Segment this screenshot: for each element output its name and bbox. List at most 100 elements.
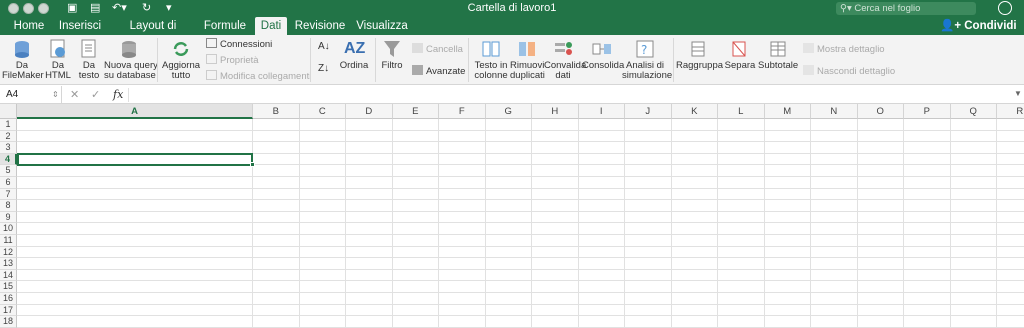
da-testo-button[interactable]: Da testo (74, 39, 104, 81)
row-header-2[interactable]: 2 (0, 130, 17, 143)
testo-in-colonne-button[interactable]: Testo in colonne (472, 39, 510, 81)
column-header-f[interactable]: F (439, 104, 486, 119)
separa-button[interactable]: Separa (724, 39, 756, 71)
row-header-12[interactable]: 12 (0, 246, 17, 259)
globe-icon (48, 39, 68, 59)
active-cell[interactable] (17, 152, 253, 167)
share-button[interactable]: 👤+ Condividi (940, 17, 1017, 35)
da-testo-label: Da testo (78, 60, 100, 81)
row-header-11[interactable]: 11 (0, 235, 17, 247)
undo-icon[interactable]: ↶▾ (112, 1, 127, 14)
connessioni-button[interactable]: Connessioni (206, 38, 272, 50)
avanzate-button[interactable]: Avanzate (412, 65, 465, 77)
cancel-icon[interactable]: ✕ (70, 88, 79, 101)
column-header-d[interactable]: D (346, 104, 393, 119)
row-header-13[interactable]: 13 (0, 258, 17, 270)
mostra-dettaglio-button[interactable]: Mostra dettaglio (803, 43, 885, 55)
row-header-14[interactable]: 14 (0, 269, 17, 282)
search-sheet-input[interactable]: ⚲▾ Cerca nel foglio (836, 2, 976, 15)
filtro-button[interactable]: Filtro (378, 39, 406, 71)
row-header-9[interactable]: 9 (0, 211, 17, 224)
convalida-dati-button[interactable]: Convalida dati (544, 39, 586, 81)
column-header-m[interactable]: M (764, 104, 811, 119)
redo-icon[interactable]: ↻ (142, 1, 151, 14)
save-icon[interactable]: ▤ (90, 1, 100, 14)
column-header-n[interactable]: N (811, 104, 858, 119)
sort-az-icon: A↓ (318, 41, 330, 52)
column-header-h[interactable]: H (532, 104, 579, 119)
fx-icon[interactable]: fx (113, 88, 123, 101)
tab-home[interactable]: Home (8, 17, 50, 35)
column-header-e[interactable]: E (392, 104, 439, 119)
row-header-4[interactable]: 4 (0, 153, 17, 166)
column-header-c[interactable]: C (299, 104, 346, 119)
select-all-corner[interactable] (0, 104, 17, 119)
tab-revisione[interactable]: Revisione (294, 17, 346, 35)
proprieta-button[interactable]: Proprietà (206, 54, 259, 66)
rimuovi-duplicati-button[interactable]: Rimuovi duplicati (510, 39, 545, 81)
tab-dati[interactable]: Dati (255, 17, 287, 35)
sidebar-toggle-icon[interactable]: ▣ (67, 1, 77, 14)
nuova-query-button[interactable]: Nuova query su database (104, 39, 158, 81)
name-box-value: A4 (6, 89, 19, 100)
row-gridline (17, 303, 1024, 305)
column-header-p[interactable]: P (904, 104, 951, 119)
column-header-b[interactable]: B (253, 104, 300, 119)
sort-descending-button[interactable]: Z↓ (318, 63, 329, 74)
column-header-o[interactable]: O (857, 104, 904, 119)
da-html-button[interactable]: Da HTML (42, 39, 74, 81)
column-header-j[interactable]: J (625, 104, 672, 119)
name-box[interactable]: A4 ⇕ (0, 86, 62, 104)
modifica-collegamenti-button[interactable]: Modifica collegamenti (206, 70, 311, 82)
row-header-3[interactable]: 3 (0, 142, 17, 154)
row-header-6[interactable]: 6 (0, 177, 17, 189)
formula-input[interactable] (134, 86, 1014, 104)
nascondi-dettaglio-button[interactable]: Nascondi dettaglio (803, 65, 895, 77)
tab-layout-di-pagina[interactable]: Layout di pagina (111, 17, 195, 50)
row-header-17[interactable]: 17 (0, 304, 17, 317)
database-icon (12, 39, 32, 59)
cells-area[interactable] (17, 119, 1024, 328)
column-header-q[interactable]: Q (950, 104, 997, 119)
feedback-smiley-icon[interactable] (998, 1, 1012, 15)
analisi-simulazione-button[interactable]: ? Analisi di simulazione (622, 39, 672, 81)
da-filemaker-button[interactable]: Da FileMaker (2, 39, 44, 81)
row-header-10[interactable]: 10 (0, 223, 17, 235)
raggruppa-button[interactable]: Raggruppa (676, 39, 723, 71)
tab-inserisci[interactable]: Inserisci (55, 17, 105, 35)
column-header-g[interactable]: G (485, 104, 532, 119)
row-gridline (17, 176, 1024, 177)
column-header-l[interactable]: L (718, 104, 765, 119)
row-header-8[interactable]: 8 (0, 200, 17, 212)
close-window-button[interactable] (8, 3, 19, 14)
row-header-5[interactable]: 5 (0, 165, 17, 177)
subtotale-button[interactable]: Subtotale (758, 39, 798, 71)
tab-formule[interactable]: Formule (201, 17, 249, 35)
row-header-1[interactable]: 1 (0, 119, 17, 131)
consolida-button[interactable]: Consolida (582, 39, 624, 71)
column-header-a[interactable]: A (17, 104, 253, 119)
column-header-i[interactable]: I (578, 104, 625, 119)
row-header-16[interactable]: 16 (0, 293, 17, 305)
column-gridline (531, 119, 532, 328)
column-header-r[interactable]: R (997, 104, 1024, 119)
minimize-window-button[interactable] (23, 3, 34, 14)
aggiorna-tutto-button[interactable]: Aggiorna tutto (160, 39, 202, 81)
customize-toolbar-icon[interactable]: ▾ (166, 1, 172, 14)
fill-handle[interactable] (250, 162, 255, 168)
row-header-18[interactable]: 18 (0, 316, 17, 328)
cancella-button[interactable]: Cancella (412, 43, 463, 55)
tab-visualizza[interactable]: Visualizza (353, 17, 411, 35)
column-gridline (577, 119, 579, 328)
confirm-icon[interactable]: ✓ (91, 88, 100, 101)
expand-formula-icon[interactable]: ▼ (1014, 89, 1022, 98)
column-gridline (903, 119, 904, 328)
sort-ascending-button[interactable]: A↓ (318, 41, 330, 52)
column-header-k[interactable]: K (671, 104, 718, 119)
name-box-dropdown-icon[interactable]: ⇕ (52, 86, 59, 104)
row-header-7[interactable]: 7 (0, 188, 17, 201)
ordina-button[interactable]: AZ Ordina (337, 39, 371, 71)
row-header-15[interactable]: 15 (0, 281, 17, 293)
zoom-window-button[interactable] (38, 3, 49, 14)
formula-divider (128, 88, 130, 102)
